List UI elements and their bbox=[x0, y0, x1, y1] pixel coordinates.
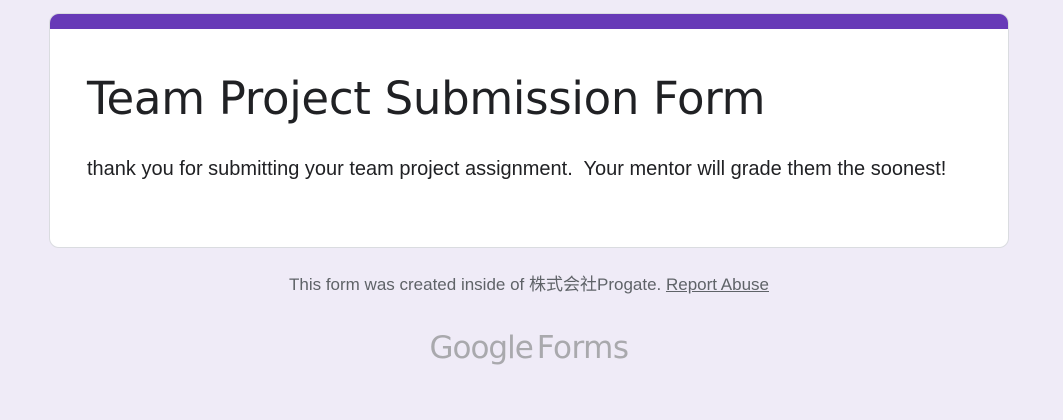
brand-google-text: Google bbox=[429, 330, 533, 366]
brand-product-text: Forms bbox=[536, 330, 629, 366]
form-title: Team Project Submission Form bbox=[87, 72, 766, 125]
google-forms-logo[interactable]: Google Forms bbox=[0, 326, 1058, 370]
footer-created-text: This form was created inside of 株式会社Prog… bbox=[289, 275, 662, 294]
form-description: thank you for submitting your team proje… bbox=[87, 158, 947, 180]
report-abuse-link[interactable]: Report Abuse bbox=[666, 275, 769, 294]
card-accent-bar bbox=[50, 14, 1008, 29]
footer-notice: This form was created inside of 株式会社Prog… bbox=[0, 273, 1058, 297]
form-header-card: Team Project Submission Form thank you f… bbox=[49, 13, 1009, 248]
